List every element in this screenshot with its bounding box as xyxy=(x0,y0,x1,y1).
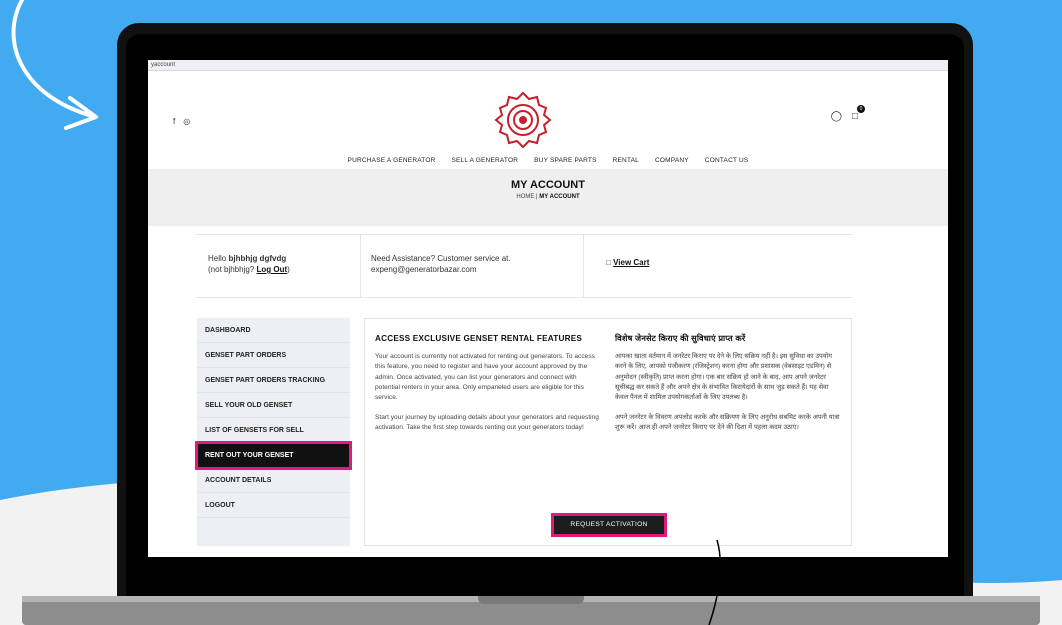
sidebar-item-list-gensets[interactable]: LIST OF GENSETS FOR SELL xyxy=(197,418,350,443)
sidebar-item-sell-old-genset[interactable]: SELL YOUR OLD GENSET xyxy=(197,393,350,418)
breadcrumb-home[interactable]: HOME xyxy=(516,194,534,200)
nav-purchase-generator[interactable]: PURCHASE A GENERATOR xyxy=(348,157,436,169)
facebook-icon[interactable]: f xyxy=(173,117,175,126)
account-info-bar: Hello bjhbhjg dgfvdg (not bjhbhjg? Log O… xyxy=(196,234,852,298)
address-bar[interactable]: yaccount xyxy=(148,60,948,71)
sidebar-item-dashboard[interactable]: DASHBOARD xyxy=(197,318,350,343)
cart-cell: □ View Cart xyxy=(584,235,649,297)
assistance-cell: Need Assistance? Customer service at. ex… xyxy=(361,235,584,297)
not-user-suffix: ) xyxy=(287,265,290,274)
nav-sell-generator[interactable]: SELL A GENERATOR xyxy=(451,157,518,169)
bag-icon: □ xyxy=(606,258,611,267)
nav-contact-us[interactable]: CONTACT US xyxy=(705,157,749,169)
hindi-column: विशेष जेनसेट किराए की सुविधाएं प्राप्त क… xyxy=(615,334,843,434)
hindi-heading: विशेष जेनसेट किराए की सुविधाएं प्राप्त क… xyxy=(615,334,746,343)
english-paragraph-1: Your account is currently not activated … xyxy=(375,353,595,402)
assistance-text: Need Assistance? Customer service at. xyxy=(371,254,511,263)
site-logo[interactable] xyxy=(494,91,552,149)
cart-count-badge: 0 xyxy=(857,105,865,113)
breadcrumb-separator: | xyxy=(536,194,538,200)
greeting-prefix: Hello xyxy=(208,254,229,263)
cart-icon[interactable]: □ 0 xyxy=(852,105,865,122)
page-title: MY ACCOUNT xyxy=(511,179,585,191)
user-icon[interactable]: ◯ xyxy=(831,111,842,122)
breadcrumb-current: MY ACCOUNT xyxy=(539,194,580,200)
view-cart-link[interactable]: View Cart xyxy=(613,258,649,267)
english-heading: ACCESS EXCLUSIVE GENSET RENTAL FEATURES xyxy=(375,334,583,343)
logout-link[interactable]: Log Out xyxy=(256,265,287,274)
sidebar-item-logout[interactable]: LOGOUT xyxy=(197,493,350,518)
rental-activation-panel: ACCESS EXCLUSIVE GENSET RENTAL FEATURES … xyxy=(364,318,852,546)
nav-rental[interactable]: RENTAL xyxy=(613,157,639,169)
hindi-paragraph-2: अपने जनरेटर के विवरण अपलोड करके और सक्रि… xyxy=(615,414,840,432)
hindi-paragraph-1: आपका खाता वर्तमान में जनरेटर किराए पर दे… xyxy=(615,353,832,402)
request-activation-button[interactable]: REQUEST ACTIVATION xyxy=(551,513,667,537)
english-column: ACCESS EXCLUSIVE GENSET RENTAL FEATURES … xyxy=(375,334,600,434)
username: bjhbhjg dgfvdg xyxy=(228,254,287,263)
stylus-line xyxy=(708,540,721,625)
social-links: f ◎ xyxy=(173,117,190,126)
instagram-icon[interactable]: ◎ xyxy=(183,117,190,126)
laptop-notch xyxy=(478,596,584,604)
greeting-cell: Hello bjhbhjg dgfvdg (not bjhbhjg? Log O… xyxy=(196,235,361,297)
account-sidebar: DASHBOARD GENSET PART ORDERS GENSET PART… xyxy=(195,318,352,546)
support-email[interactable]: expeng@generatorbazar.com xyxy=(371,264,583,275)
not-user-prefix: (not bjhbhjg? xyxy=(208,265,257,274)
sidebar-item-rent-out-genset[interactable]: RENT OUT YOUR GENSET xyxy=(195,441,352,470)
site-header: f ◎ ◯ □ 0 xyxy=(148,71,948,157)
sidebar-item-genset-part-orders[interactable]: GENSET PART ORDERS xyxy=(197,343,350,368)
browser-screen: yaccount f ◎ ◯ □ 0 PURCHASE A GENERATOR S… xyxy=(148,60,948,557)
nav-company[interactable]: COMPANY xyxy=(655,157,689,169)
main-nav: PURCHASE A GENERATOR SELL A GENERATOR BU… xyxy=(148,157,948,169)
breadcrumb: HOME | MY ACCOUNT xyxy=(148,194,948,200)
header-actions: ◯ □ 0 xyxy=(831,105,865,122)
sidebar-item-account-details[interactable]: ACCOUNT DETAILS xyxy=(197,468,350,493)
nav-buy-spare-parts[interactable]: BUY SPARE PARTS xyxy=(534,157,596,169)
sidebar-item-orders-tracking[interactable]: GENSET PART ORDERS TRACKING xyxy=(197,368,350,393)
english-paragraph-2: Start your journey by uploading details … xyxy=(375,414,599,432)
page-banner: MY ACCOUNT HOME | MY ACCOUNT xyxy=(148,169,948,226)
